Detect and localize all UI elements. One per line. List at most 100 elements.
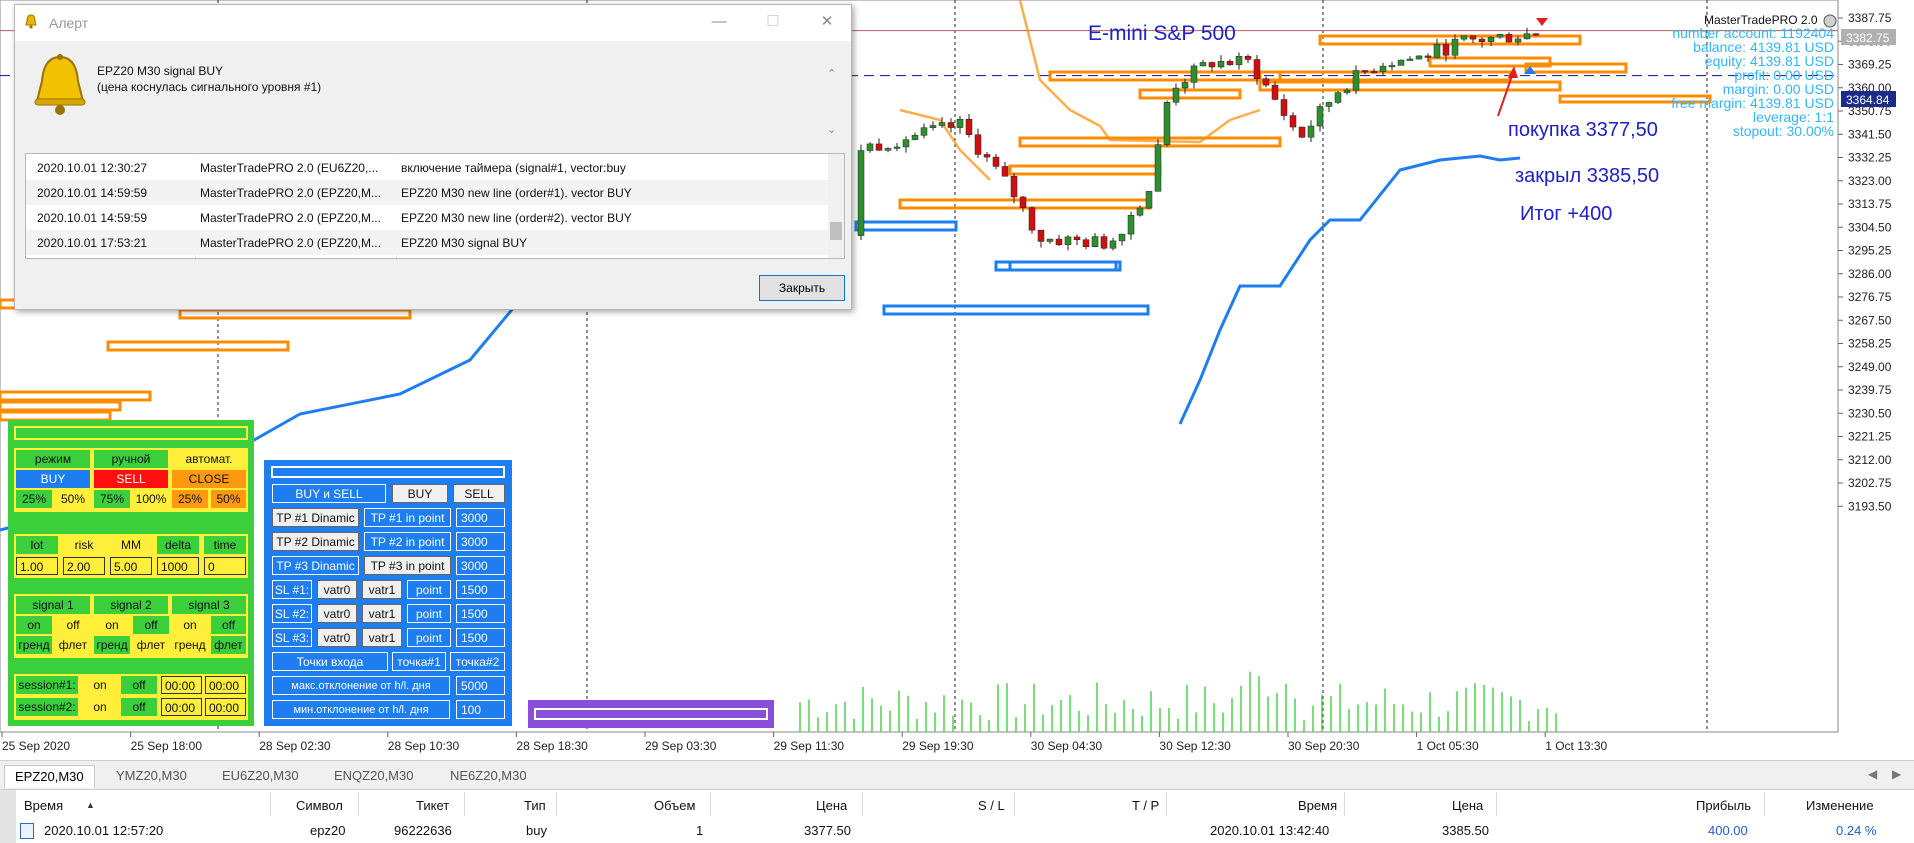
- signal-2-off[interactable]: off: [133, 616, 169, 634]
- table-row[interactable]: 2020.10.01 14:59:59 MasterTradePRO 2.0 (…: [26, 180, 828, 205]
- percent-75-button[interactable]: 75%: [94, 490, 130, 508]
- signal-3-on[interactable]: on: [172, 616, 208, 634]
- tab-epz20[interactable]: EPZ20,M30: [4, 765, 95, 788]
- signal-3-button[interactable]: signal 3: [172, 596, 246, 614]
- risk-input[interactable]: 2.00: [63, 557, 105, 575]
- signal-3-off[interactable]: off: [211, 616, 246, 634]
- mm-label[interactable]: MM: [110, 536, 152, 554]
- signal-1-button[interactable]: signal 1: [16, 596, 90, 614]
- tabs-scroll-left-icon[interactable]: ◀: [1868, 767, 1877, 781]
- delta-label[interactable]: delta: [157, 536, 199, 554]
- percent-25-button[interactable]: 25%: [16, 490, 52, 508]
- time-input[interactable]: 0: [204, 557, 246, 575]
- close-button[interactable]: Закрыть: [759, 275, 845, 301]
- session-2-end[interactable]: 00:00: [205, 698, 246, 716]
- sl2-vatr0-button[interactable]: vatr0: [317, 604, 357, 623]
- close-window-button[interactable]: ✕: [807, 11, 847, 33]
- sell-button[interactable]: SELL: [94, 470, 168, 488]
- alert-titlebar[interactable]: Алерт — ☐ ✕: [15, 5, 851, 41]
- scrollbar-thumb[interactable]: [830, 222, 842, 240]
- header-sl[interactable]: S / L: [978, 798, 1005, 813]
- purple-panel-header[interactable]: [534, 708, 768, 720]
- signal-1-trend[interactable]: гренд: [16, 636, 52, 654]
- session-2-on[interactable]: on: [82, 698, 118, 716]
- header-price-close[interactable]: Цена: [1452, 798, 1483, 813]
- tp1-dinamic-button[interactable]: TP #1 Dinamic: [272, 508, 359, 527]
- header-tp[interactable]: T / P: [1132, 798, 1159, 813]
- scroll-up-icon[interactable]: ⌃: [827, 67, 836, 80]
- session-1-end[interactable]: 00:00: [205, 676, 246, 694]
- session-2-start[interactable]: 00:00: [161, 698, 202, 716]
- tab-ymz20[interactable]: YMZ20,M30: [106, 765, 197, 787]
- header-change[interactable]: Изменение: [1806, 798, 1874, 813]
- log-scrollbar[interactable]: [828, 154, 844, 258]
- header-type[interactable]: Тип: [524, 798, 546, 813]
- buy-and-sell-button[interactable]: BUY и SELL: [272, 484, 386, 503]
- tp1-input[interactable]: 3000: [456, 508, 505, 527]
- blue-panel-header[interactable]: [271, 466, 505, 478]
- max-deviation-input[interactable]: 5000: [456, 676, 505, 695]
- entry-point-1-button[interactable]: точка#1: [392, 652, 446, 671]
- sl3-vatr1-button[interactable]: vatr1: [362, 628, 402, 647]
- sell-only-button[interactable]: SELL: [453, 484, 505, 503]
- sl3-input[interactable]: 1500: [456, 628, 505, 647]
- header-ticket[interactable]: Тикет: [416, 798, 449, 813]
- header-profit[interactable]: Прибыль: [1696, 798, 1751, 813]
- tp2-dinamic-button[interactable]: TP #2 Dinamic: [272, 532, 359, 551]
- tp1-point-button[interactable]: TP #1 in point: [364, 508, 451, 527]
- time-label[interactable]: time: [204, 536, 246, 554]
- green-panel-header[interactable]: [14, 426, 248, 440]
- signal-2-on[interactable]: on: [94, 616, 130, 634]
- tp3-dinamic-button[interactable]: TP #3 Dinamic: [272, 556, 359, 575]
- risk-label[interactable]: risk: [63, 536, 105, 554]
- signal-3-trend[interactable]: гренд: [172, 636, 208, 654]
- sl1-vatr1-button[interactable]: vatr1: [362, 580, 402, 599]
- percent-100-button[interactable]: 100%: [133, 490, 169, 508]
- tabs-scroll-right-icon[interactable]: ▶: [1892, 767, 1901, 781]
- manual-button[interactable]: ручной: [94, 450, 168, 468]
- minimize-button[interactable]: —: [699, 11, 739, 33]
- sl3-point-button[interactable]: point: [407, 628, 451, 647]
- sl2-vatr1-button[interactable]: vatr1: [362, 604, 402, 623]
- sl3-vatr0-button[interactable]: vatr0: [317, 628, 357, 647]
- signal-2-button[interactable]: signal 2: [94, 596, 168, 614]
- signal-2-flat[interactable]: флет: [133, 636, 169, 654]
- session-1-on[interactable]: on: [82, 676, 118, 694]
- close-position-button[interactable]: CLOSE: [172, 470, 246, 488]
- percent-50-button[interactable]: 50%: [55, 490, 91, 508]
- signal-1-flat[interactable]: флет: [55, 636, 91, 654]
- table-row[interactable]: 2020.10.01 14:59:59 MasterTradePRO 2.0 (…: [26, 205, 828, 230]
- tp3-point-button[interactable]: TP #3 in point: [364, 556, 451, 575]
- sl2-point-button[interactable]: point: [407, 604, 451, 623]
- session-1-start[interactable]: 00:00: [161, 676, 202, 694]
- header-volume[interactable]: Объем: [654, 798, 695, 813]
- close-25-button[interactable]: 25%: [172, 490, 208, 508]
- tp3-input[interactable]: 3000: [456, 556, 505, 575]
- sl1-point-button[interactable]: point: [407, 580, 451, 599]
- min-deviation-input[interactable]: 100: [456, 700, 505, 719]
- entry-points-button[interactable]: Точки входа: [272, 652, 388, 671]
- auto-button[interactable]: автомат.: [172, 450, 246, 468]
- alert-dialog[interactable]: Алерт — ☐ ✕ EPZ20 M30 signal BUY (цена к…: [14, 4, 852, 310]
- signal-2-trend[interactable]: гренд: [94, 636, 130, 654]
- maximize-button[interactable]: ☐: [753, 11, 793, 33]
- toolbox-side-strip[interactable]: [0, 790, 16, 843]
- sl1-vatr0-button[interactable]: vatr0: [317, 580, 357, 599]
- signal-1-off[interactable]: off: [55, 616, 91, 634]
- alert-log-table[interactable]: 2020.10.01 12:30:27 MasterTradePRO 2.0 (…: [25, 153, 845, 259]
- table-row[interactable]: 2020.10.01 17:53:21 MasterTradePRO 2.0 (…: [26, 230, 828, 255]
- tab-ne6z20[interactable]: NE6Z20,M30: [440, 765, 537, 787]
- sl1-input[interactable]: 1500: [456, 580, 505, 599]
- tab-enqz20[interactable]: ENQZ20,M30: [324, 765, 423, 787]
- header-time-close[interactable]: Время: [1298, 798, 1337, 813]
- signal-3-flat[interactable]: флет: [211, 636, 246, 654]
- lot-input[interactable]: 1.00: [16, 557, 58, 575]
- session-2-off[interactable]: off: [121, 698, 157, 716]
- mm-input[interactable]: 5.00: [110, 557, 152, 575]
- header-time-open[interactable]: Время: [24, 798, 63, 813]
- tp2-input[interactable]: 3000: [456, 532, 505, 551]
- header-price-open[interactable]: Цена: [816, 798, 847, 813]
- tab-eu6z20[interactable]: EU6Z20,M30: [212, 765, 309, 787]
- scroll-down-icon[interactable]: ⌄: [827, 123, 836, 136]
- sl2-input[interactable]: 1500: [456, 604, 505, 623]
